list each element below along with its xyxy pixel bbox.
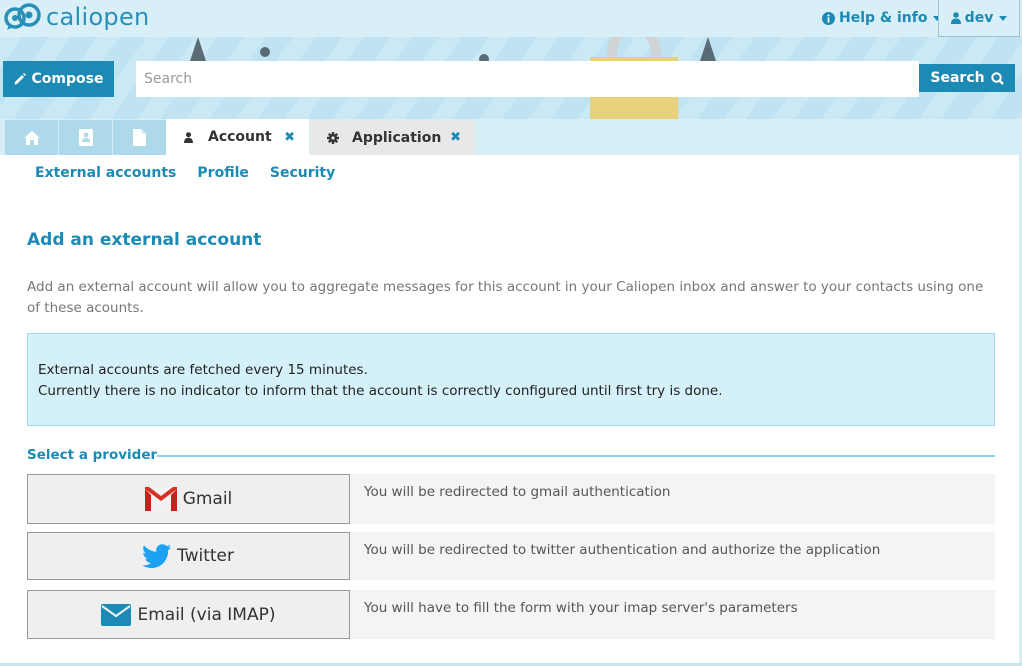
search-input[interactable]: Search [136,61,919,97]
chevron-down-icon [999,15,1008,21]
info-alert: External accounts are fetched every 15 m… [27,333,995,426]
tab-account-label: Account [208,129,272,145]
imap-description: You will have to fill the form with your… [350,590,995,639]
tab-bar: Account ✖ Application ✖ [0,119,1022,155]
tab-application-label: Application [352,129,442,146]
gmail-description: You will be redirected to gmail authenti… [350,474,995,524]
document-icon [133,129,146,146]
tab-home[interactable] [5,120,58,155]
twitter-label: Twitter [177,546,234,566]
twitter-icon [143,544,171,568]
gmail-label: Gmail [182,489,233,509]
alert-line-1: External accounts are fetched every 15 m… [38,362,368,378]
address-book-icon [78,129,93,146]
help-info-dropdown[interactable]: Help & info [822,10,942,26]
tab-document[interactable] [113,120,166,155]
page-title: Add an external account [27,230,262,250]
gear-icon [327,131,339,144]
tab-account[interactable]: Account ✖ [166,119,309,155]
imap-label: Email (via IMAP) [137,604,276,625]
search-button-label: Search [930,70,985,86]
user-icon [950,12,961,24]
twitter-button[interactable]: Twitter [27,532,350,580]
imap-button[interactable]: Email (via IMAP) [27,590,350,639]
account-subnav: External accounts Profile Security [35,165,335,181]
tab-application[interactable]: Application ✖ [310,120,475,155]
info-icon [822,11,835,25]
caliopen-logo[interactable]: caliopen [4,3,150,31]
user-icon [184,131,193,143]
search-button[interactable]: Search [919,64,1015,92]
pencil-icon [14,73,26,85]
user-menu-button[interactable]: dev [938,0,1020,37]
alert-line-2: Currently there is no indicator to infor… [38,383,723,399]
subnav-profile[interactable]: Profile [197,165,248,181]
subnav-security[interactable]: Security [270,165,335,181]
tab-contacts[interactable] [59,120,112,155]
twitter-description: You will be redirected to twitter authen… [350,532,995,580]
page-description: Add an external account will allow you t… [27,279,984,316]
user-menu-label: dev [964,10,994,26]
envelope-icon [101,603,132,626]
provider-row-twitter: Twitter You will be redirected to twitte… [27,532,995,580]
header-banner: Compose Search Search [0,37,1022,119]
top-bar: caliopen Help & info dev [0,0,1022,37]
logo-text: caliopen [46,3,150,31]
provider-row-imap: Email (via IMAP) You will have to fill t… [27,590,995,639]
main-content: External accounts Profile Security Add a… [0,155,1019,663]
help-info-label: Help & info [839,10,928,26]
home-icon [23,130,40,145]
close-icon[interactable]: ✖ [450,130,461,145]
search-icon [990,71,1004,85]
compose-button[interactable]: Compose [3,61,114,97]
select-provider-label: Select a provider [27,447,158,463]
compose-label: Compose [31,71,104,87]
gmail-icon [144,487,177,511]
close-icon[interactable]: ✖ [284,130,295,145]
subnav-external-accounts[interactable]: External accounts [35,165,176,181]
provider-row-gmail: Gmail You will be redirected to gmail au… [27,474,995,524]
caliopen-logo-icon [4,3,41,30]
search-placeholder: Search [144,71,193,87]
gmail-button[interactable]: Gmail [27,474,350,524]
divider [157,455,995,457]
